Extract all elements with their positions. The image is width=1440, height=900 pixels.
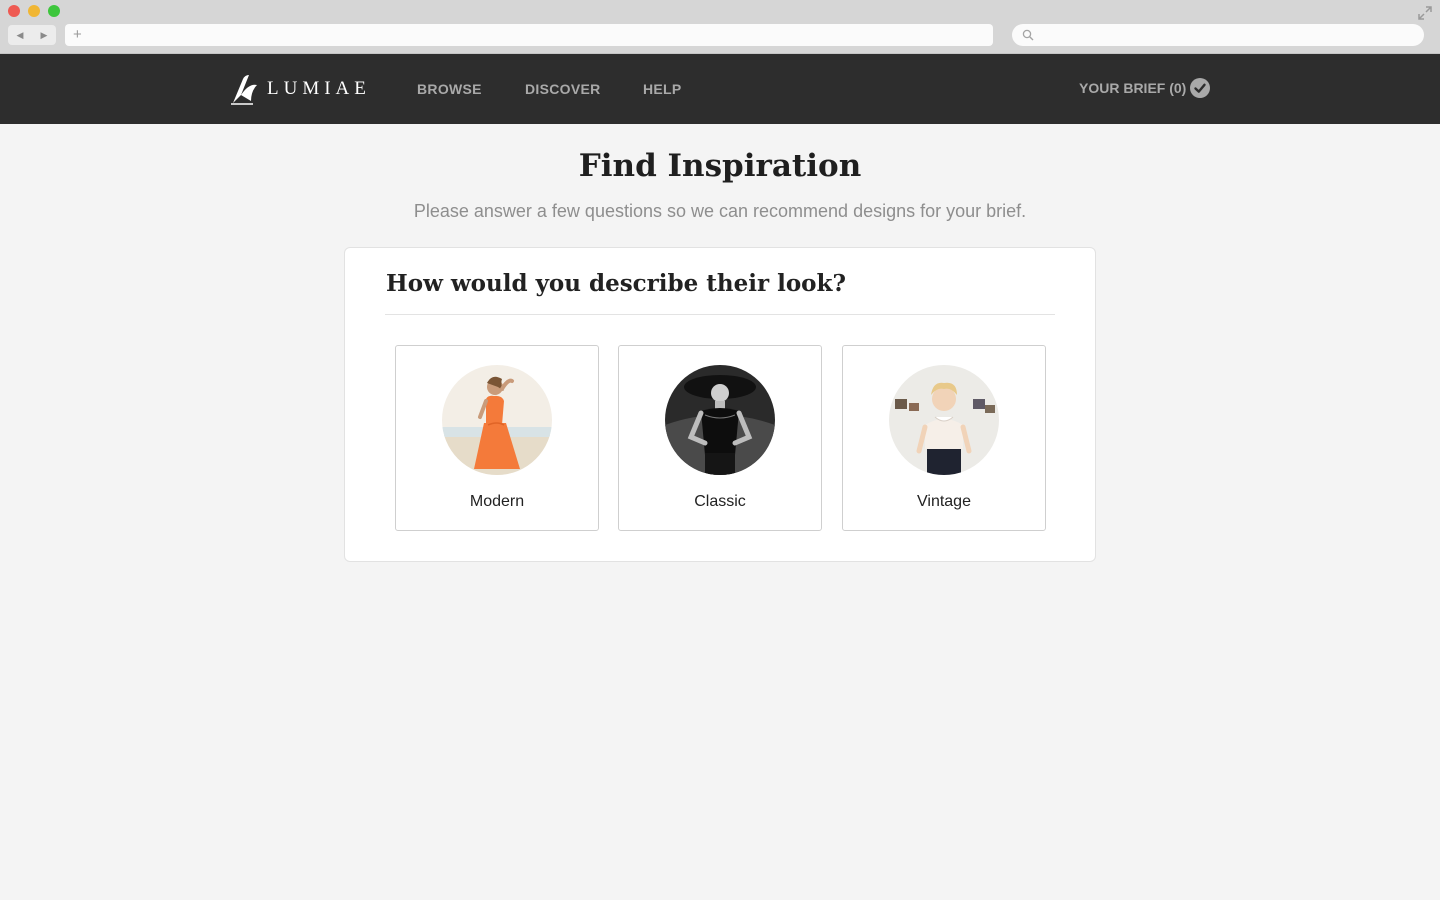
maximize-window-button[interactable]	[48, 5, 60, 17]
classic-style-image	[665, 365, 775, 475]
logo[interactable]: LUMIAE	[229, 73, 371, 105]
option-classic-label: Classic	[694, 493, 746, 510]
search-icon	[1022, 29, 1034, 41]
your-brief-link[interactable]: YOUR BRIEF (0)	[1079, 78, 1211, 98]
page-title: Find Inspiration	[578, 148, 862, 184]
nav-help[interactable]: HELP	[643, 81, 682, 97]
option-modern[interactable]: Modern	[395, 345, 599, 531]
option-vintage-label: Vintage	[917, 493, 971, 510]
nav-browse[interactable]: BROWSE	[417, 81, 482, 97]
checkmark-icon	[1190, 78, 1211, 98]
close-window-button[interactable]	[8, 5, 20, 17]
history-buttons: ◀ ▶	[8, 25, 56, 45]
option-modern-label: Modern	[469, 493, 525, 510]
vintage-style-image	[889, 365, 999, 475]
site-header: LUMIAE BROWSE DISCOVER HELP YOUR BRIEF (…	[0, 54, 1440, 124]
question-card: How would you describe their look? Moder…	[344, 247, 1096, 562]
your-brief-label: YOUR BRIEF (0)	[1079, 80, 1187, 96]
back-arrow-icon[interactable]: ◀	[17, 30, 24, 41]
fullscreen-icon[interactable]	[1418, 6, 1432, 20]
option-vintage[interactable]: Vintage	[842, 345, 1046, 531]
page-subtitle: Please answer a few questions so we can …	[413, 201, 1027, 221]
browser-chrome: ◀ ▶ +	[0, 0, 1440, 54]
forward-arrow-icon[interactable]: ▶	[41, 30, 48, 41]
divider	[385, 314, 1055, 315]
nav-discover[interactable]: DISCOVER	[525, 81, 601, 97]
lumiae-logo-icon	[231, 75, 257, 105]
address-bar[interactable]: +	[65, 24, 993, 46]
option-classic[interactable]: Classic	[618, 345, 822, 531]
new-tab-plus-icon[interactable]: +	[73, 25, 82, 45]
logo-text: LUMIAE	[267, 78, 371, 99]
question-heading: How would you describe their look?	[386, 270, 846, 297]
modern-style-image	[442, 365, 552, 475]
minimize-window-button[interactable]	[28, 5, 40, 17]
browser-search-field[interactable]	[1012, 24, 1424, 46]
